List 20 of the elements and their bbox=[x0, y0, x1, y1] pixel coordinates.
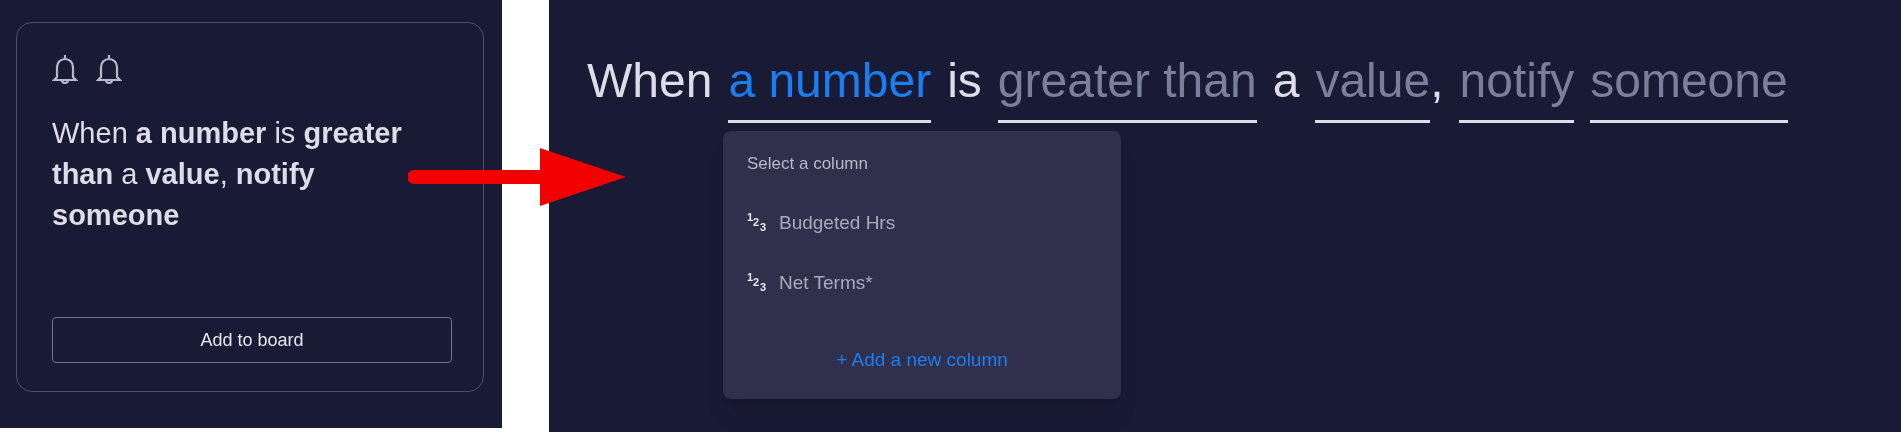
recipe-card[interactable]: When a number is greater than a value, notify someone Add to board bbox=[16, 22, 484, 392]
column-option[interactable]: 123 Budgeted Hrs bbox=[747, 208, 1097, 237]
sentence-word: is bbox=[947, 53, 982, 109]
sentence-word: When bbox=[587, 53, 713, 109]
number-column-icon: 123 bbox=[747, 211, 769, 234]
add-to-board-button[interactable]: Add to board bbox=[52, 317, 452, 363]
sentence-field[interactable]: greater than bbox=[997, 50, 1257, 123]
recipe-description: When a number is greater than a value, notify someone bbox=[52, 116, 403, 233]
bell-icon bbox=[96, 53, 122, 85]
sentence-word: a bbox=[1272, 53, 1300, 109]
comma: , bbox=[1430, 53, 1444, 109]
bell-icon bbox=[52, 53, 78, 85]
column-option[interactable]: 123 Net Terms* bbox=[747, 269, 1097, 298]
add-column-link[interactable]: + Add a new column bbox=[836, 345, 1008, 374]
number-column-icon: 123 bbox=[747, 272, 769, 295]
sentence-field[interactable]: a number bbox=[728, 50, 932, 123]
sentence-field[interactable]: someone bbox=[1590, 50, 1788, 123]
dropdown-header: Select a column bbox=[747, 153, 869, 175]
sentence-field[interactable]: notify bbox=[1459, 50, 1575, 123]
sentence-field[interactable]: value bbox=[1315, 50, 1431, 123]
